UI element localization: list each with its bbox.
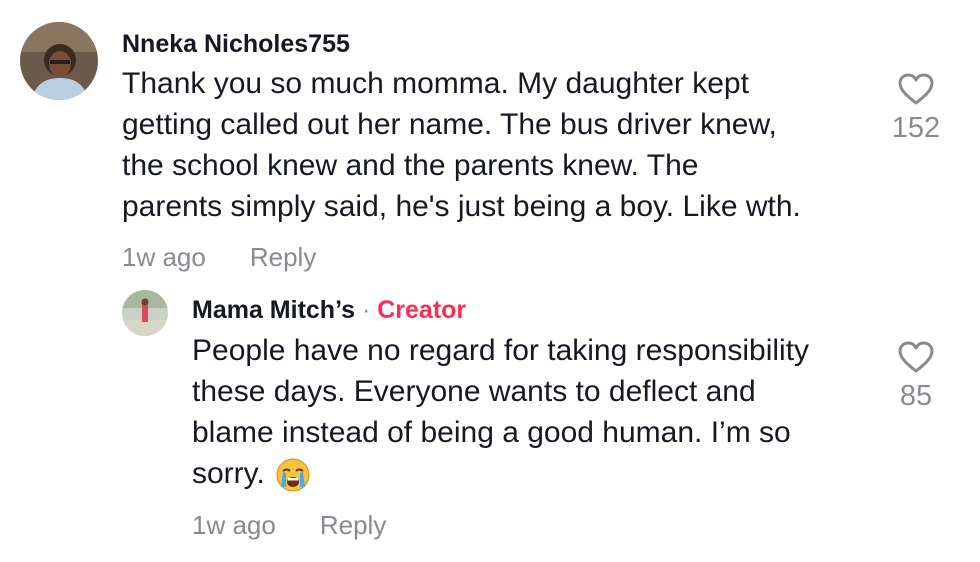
like-button[interactable]: 152 (886, 72, 946, 145)
comment-text-line: sorry. (192, 457, 265, 490)
heart-icon (898, 341, 934, 373)
loudly-crying-face-icon (275, 457, 311, 493)
avatar[interactable] (20, 22, 98, 100)
comment-text: People have no regard for taking respons… (192, 330, 809, 494)
comment-timestamp: 1w ago (122, 242, 206, 272)
separator: · (361, 296, 371, 324)
comment-text-line: People have no regard for taking respons… (192, 334, 810, 367)
comment-timestamp: 1w ago (192, 510, 276, 540)
comment-username[interactable]: Nneka Nicholes755 (122, 30, 350, 59)
comment-text-line: blame instead of being a good human. I’m… (192, 416, 791, 449)
like-button[interactable]: 85 (886, 340, 946, 413)
comment-text-line: Thank you so much momma. My daughter kep… (122, 67, 749, 100)
comment-text-line: parents simply said, he's just being a b… (122, 190, 801, 223)
comment-meta: 1w ago Reply (192, 510, 386, 541)
comment-text-line: the school knew and the parents knew. Th… (122, 149, 699, 182)
reply-button[interactable]: Reply (250, 242, 316, 272)
comment-text-line: getting called out her name. The bus dri… (122, 108, 777, 141)
reply-button[interactable]: Reply (320, 510, 386, 540)
comment-username: Mama Mitch’s · Creator (192, 296, 466, 325)
creator-badge: Creator (377, 296, 467, 324)
like-count: 85 (899, 380, 933, 412)
avatar[interactable] (122, 290, 168, 336)
reply-username[interactable]: Mama Mitch’s (192, 296, 355, 324)
comment-meta: 1w ago Reply (122, 242, 316, 273)
heart-icon (898, 73, 934, 105)
comment-text-line-with-emoji: sorry. (192, 453, 809, 494)
like-count: 152 (891, 112, 941, 144)
comment-text-line: these days. Everyone wants to deflect an… (192, 375, 756, 408)
comment-text: Thank you so much momma. My daughter kep… (122, 63, 801, 227)
